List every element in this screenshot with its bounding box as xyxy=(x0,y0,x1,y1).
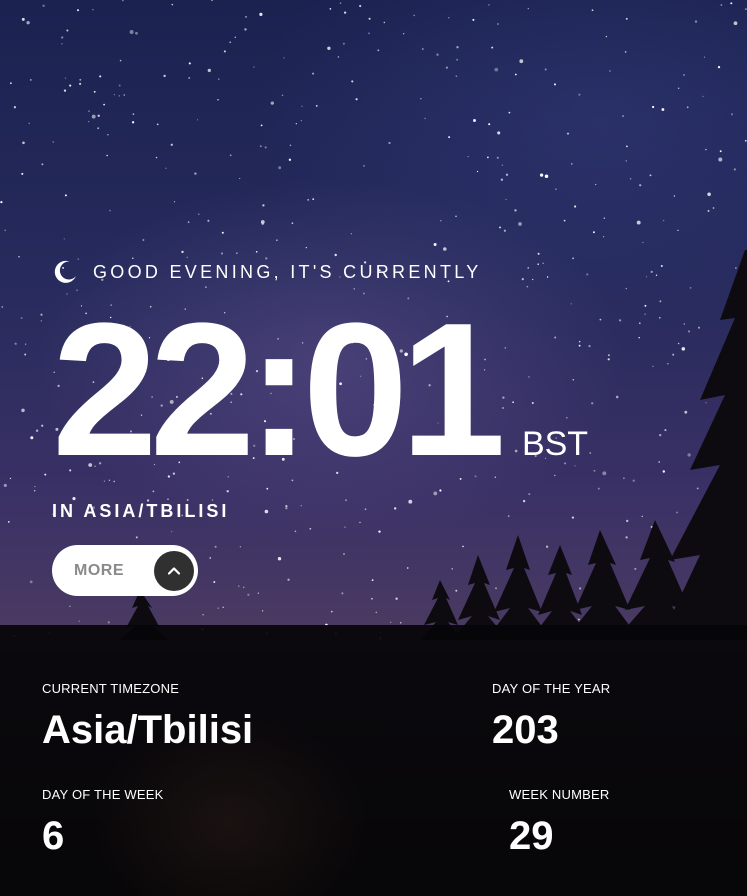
more-button[interactable]: MORE xyxy=(52,545,198,596)
day-of-week-block: DAY OF THE WEEK 6 xyxy=(42,787,163,858)
day-of-year-value: 203 xyxy=(492,708,559,752)
current-timezone-value: Asia/Tbilisi xyxy=(42,708,254,752)
current-timezone-label: CURRENT TIMEZONE xyxy=(42,681,180,696)
week-number-label: WEEK NUMBER xyxy=(509,787,610,802)
chevron-up-icon[interactable] xyxy=(154,550,194,591)
current-time: 22:01 xyxy=(52,284,506,496)
day-of-year-block: DAY OF THE YEAR 203 xyxy=(492,681,610,752)
moon-icon xyxy=(54,260,76,283)
timezone-abbreviation: BST xyxy=(521,425,589,463)
more-button-label: MORE xyxy=(74,561,124,579)
current-timezone-block: CURRENT TIMEZONE Asia/Tbilisi xyxy=(42,681,253,752)
week-number-block: WEEK NUMBER 29 xyxy=(509,787,609,858)
day-of-week-label: DAY OF THE WEEK xyxy=(42,787,164,802)
day-of-year-label: DAY OF THE YEAR xyxy=(492,681,611,696)
details-panel: CURRENT TIMEZONE Asia/Tbilisi DAY OF THE… xyxy=(0,625,747,896)
location-label: IN ASIA/TBILISI xyxy=(52,501,230,521)
clock: 22:01 BST xyxy=(52,284,589,496)
greeting-text: GOOD EVENING, IT'S CURRENTLY xyxy=(93,261,482,282)
greeting: GOOD EVENING, IT'S CURRENTLY xyxy=(52,258,482,286)
week-number-value: 29 xyxy=(509,814,554,858)
day-of-week-value: 6 xyxy=(42,814,65,858)
